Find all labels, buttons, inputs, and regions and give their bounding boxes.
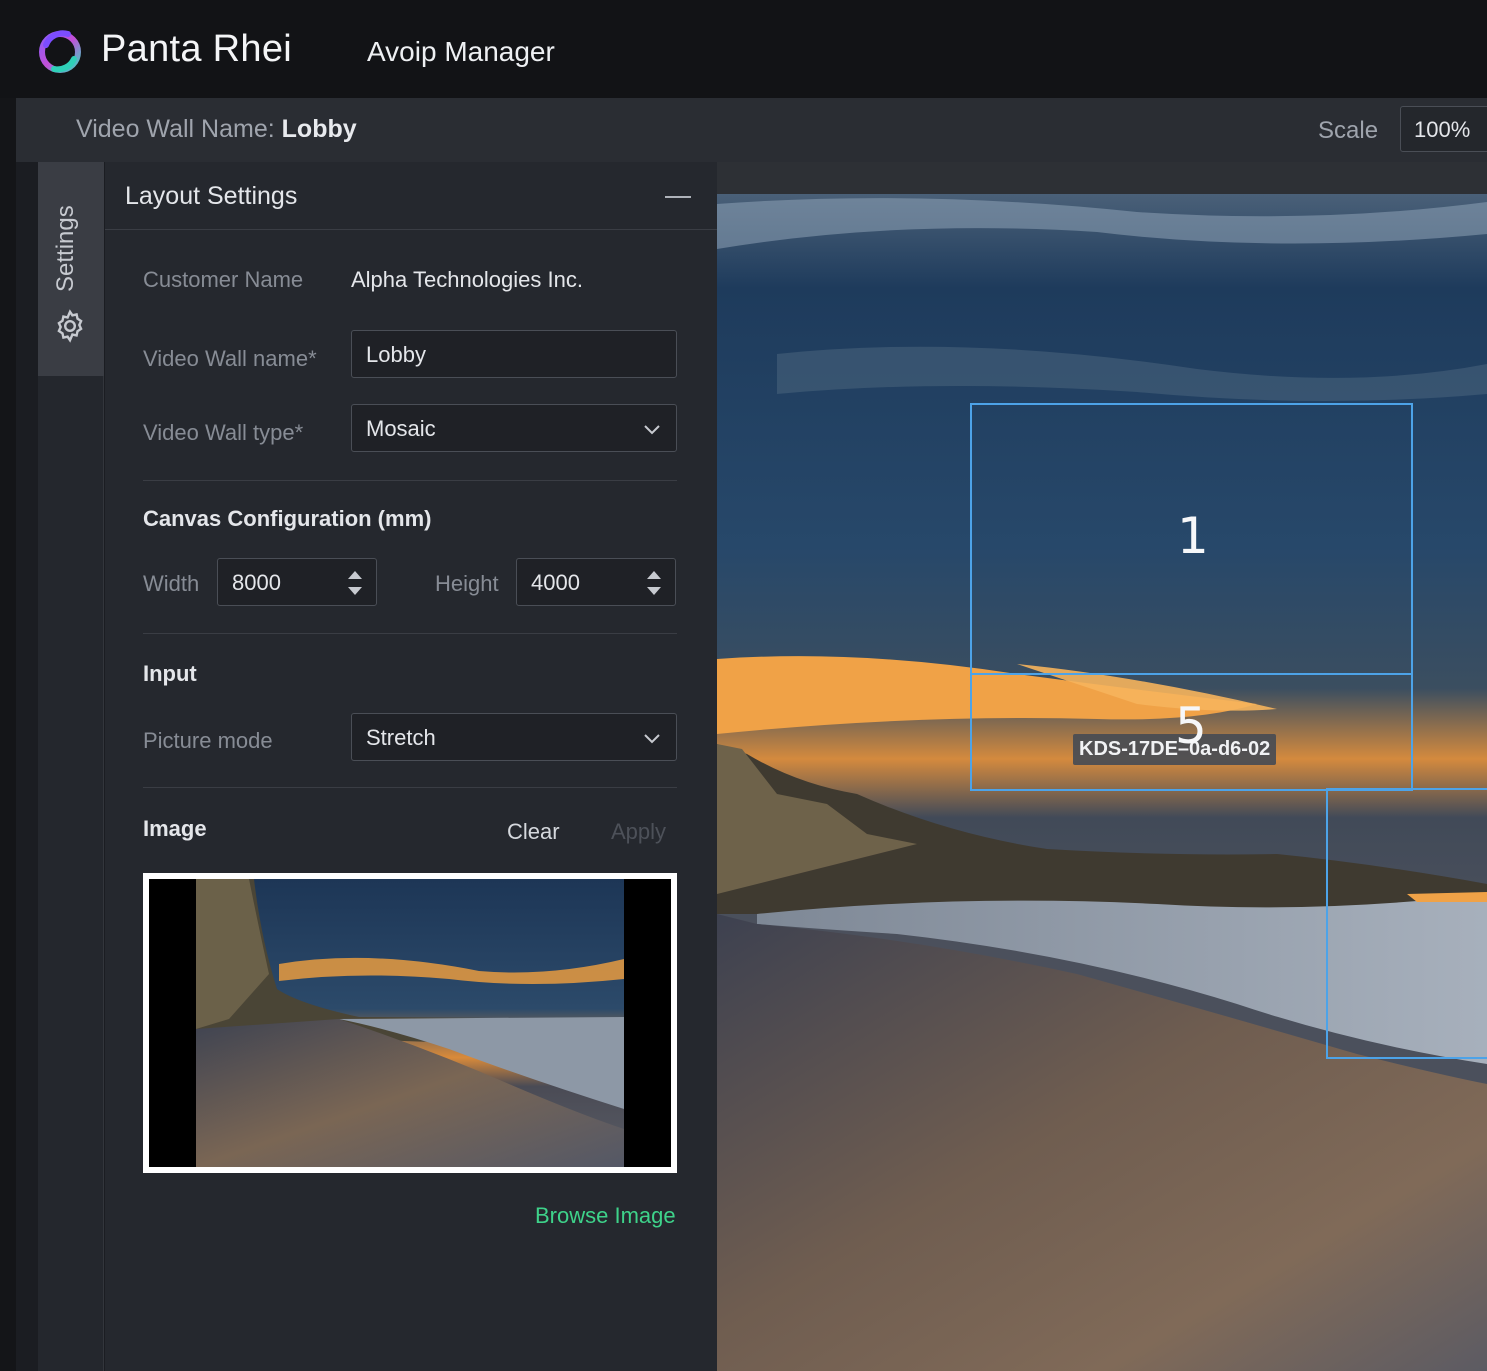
stepper-arrows-icon[interactable] [643, 567, 665, 599]
picture-mode-select[interactable]: Stretch [351, 713, 677, 761]
layout-settings-panel: Layout Settings Customer Name Alpha Tech… [105, 162, 717, 1371]
video-wall-title: Video Wall Name: Lobby [76, 115, 357, 144]
customer-name-value: Alpha Technologies Inc. [351, 267, 583, 292]
screen-partial[interactable] [1326, 788, 1487, 1059]
browse-image-link[interactable]: Browse Image [535, 1203, 676, 1229]
panel-header: Layout Settings [105, 162, 717, 230]
panel-title: Layout Settings [125, 182, 298, 210]
stepper-arrows-icon[interactable] [344, 567, 366, 599]
video-wall-canvas[interactable]: 1 KDS-17DE–0a-d6-02 5 [717, 162, 1487, 1371]
side-tab-column: Settings [38, 162, 104, 1371]
settings-tab[interactable]: Settings [38, 162, 104, 376]
screen-1-number: 1 [1177, 507, 1209, 565]
video-wall-name-label: Video Wall name* [143, 346, 317, 371]
clear-button[interactable]: Clear [507, 819, 560, 845]
height-value: 4000 [531, 570, 580, 595]
collapse-panel-button[interactable] [665, 196, 691, 198]
width-label: Width [143, 571, 200, 596]
apply-button[interactable]: Apply [611, 819, 666, 845]
video-wall-title-label: Video Wall Name: [76, 115, 275, 143]
width-stepper[interactable]: 8000 [217, 558, 377, 606]
picture-mode-label: Picture mode [143, 728, 273, 753]
height-label: Height [435, 571, 499, 596]
gear-icon [57, 309, 83, 343]
chevron-down-icon [644, 425, 660, 435]
image-preview-canvas [149, 879, 671, 1167]
divider [143, 787, 677, 788]
video-wall-type-value: Mosaic [366, 416, 436, 441]
screen-5-number: 5 [1175, 697, 1207, 755]
canvas-configuration-heading: Canvas Configuration (mm) [143, 506, 432, 531]
beach-thumbnail-image [149, 879, 671, 1167]
panta-rhei-logo-icon [39, 30, 81, 73]
app-name: Avoip Manager [367, 36, 555, 67]
image-preview [143, 873, 677, 1173]
height-stepper[interactable]: 4000 [516, 558, 676, 606]
left-edge-strip [0, 98, 16, 1371]
top-bar: Panta Rhei Avoip Manager [0, 0, 1487, 98]
divider [143, 480, 677, 481]
scale-input[interactable]: 100% [1400, 106, 1487, 152]
input-heading: Input [143, 661, 197, 686]
scale-label: Scale [1318, 117, 1379, 144]
image-heading: Image [143, 816, 207, 841]
picture-mode-value: Stretch [366, 725, 436, 750]
settings-tab-label: Settings [52, 205, 79, 292]
video-wall-bar: Video Wall Name: Lobby Scale 100% [16, 98, 1487, 162]
video-wall-title-value: Lobby [281, 115, 357, 143]
width-value: 8000 [232, 570, 281, 595]
customer-name-label: Customer Name [143, 267, 304, 292]
video-wall-type-label: Video Wall type* [143, 420, 304, 445]
video-wall-name-input[interactable]: Lobby [351, 330, 677, 378]
brand-name: Panta Rhei [101, 28, 293, 70]
divider [143, 633, 677, 634]
chevron-down-icon [644, 734, 660, 744]
video-wall-type-select[interactable]: Mosaic [351, 404, 677, 452]
